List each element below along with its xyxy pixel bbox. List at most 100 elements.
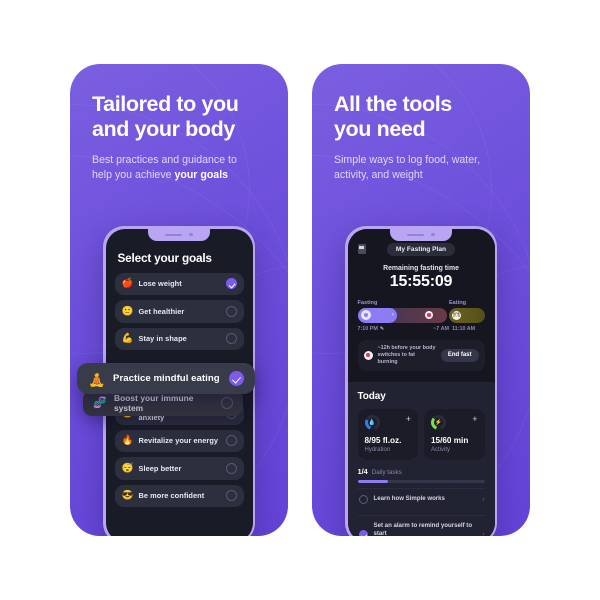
tracker-screen: My Fasting Plan Remaining fasting time 1…: [347, 228, 495, 536]
activity-value: 15/60 min: [431, 436, 469, 446]
goal-list-bottom: 😬 Reduce stress and anxiety 🔥 Revitalize…: [114, 402, 244, 507]
phone-screen: My Fasting Plan Remaining fasting time 1…: [347, 228, 495, 536]
hydration-card-top: 💧 +: [364, 415, 411, 431]
chevron-right-icon: ›: [482, 530, 485, 536]
my-fasting-plan-button[interactable]: My Fasting Plan: [386, 242, 456, 256]
list-item[interactable]: 😴 Sleep better: [114, 457, 244, 480]
fasting-timeline[interactable]: › 🍽: [357, 307, 485, 323]
daily-tasks-header: 1/4 Daily tasks: [358, 467, 485, 476]
speaker-icon: [407, 233, 425, 236]
progress-segment: [453, 479, 485, 483]
muscle-icon: 💪: [121, 333, 134, 344]
checkbox[interactable]: [225, 490, 237, 502]
daily-tasks-progress: [357, 479, 485, 483]
checkbox[interactable]: [225, 333, 237, 345]
speaker-icon: [165, 233, 183, 236]
timeline-knob-icon[interactable]: [360, 310, 371, 320]
list-item[interactable]: 💪 Stay in shape: [114, 327, 244, 350]
hydration-label: Hydration: [364, 446, 391, 453]
progress-segment: [421, 479, 453, 483]
time-end: 11:10 AM: [451, 325, 476, 332]
chevron-right-icon: ›: [391, 312, 394, 318]
lightning-icon: ⚡: [434, 420, 443, 427]
stat-grid: 💧 + 8/95 fl.oz. Hydration ⚡ + 15/60 min …: [357, 409, 485, 460]
list-item[interactable]: 😎 Be more confident: [114, 484, 244, 507]
list-item-label: Get healthier: [138, 306, 185, 316]
checkbox[interactable]: [225, 435, 237, 447]
list-item-highlighted[interactable]: 🧘 Practice mindful eating: [77, 363, 255, 394]
progress-segment: [389, 479, 421, 483]
checkbox[interactable]: [225, 462, 237, 474]
fire-icon: 🔥: [121, 435, 134, 446]
promo-subtitle-emphasis: your goals: [174, 168, 229, 181]
screenshot-canvas: Tailored to you and your body Best pract…: [0, 0, 600, 600]
timeline-eating-segment[interactable]: 🍽: [448, 307, 485, 323]
task-checkbox[interactable]: [358, 494, 368, 504]
fat-burning-note: ~12h before your body switches to fat bu…: [357, 339, 485, 372]
end-fast-button[interactable]: End fast: [440, 348, 479, 362]
promo-header: Tailored to you and your body Best pract…: [70, 64, 288, 183]
apple-icon: 🍎: [121, 278, 134, 289]
list-item[interactable]: 🔥 Revitalize your energy: [114, 429, 244, 452]
hydration-value: 8/95 fl.oz.: [364, 436, 402, 446]
list-item[interactable]: Set an alarm to remind yourself to start…: [357, 514, 485, 536]
time-mid: ~7 AM: [433, 325, 449, 332]
list-item-label: Revitalize your energy: [138, 436, 219, 446]
sunglasses-icon: 😎: [121, 490, 134, 501]
timeline-fasting-segment[interactable]: ›: [357, 307, 447, 323]
phone-mockup-goals: Select your goals 🍎 Lose weight 🙂 Get he…: [77, 226, 255, 536]
phone-frame: My Fasting Plan Remaining fasting time 1…: [345, 226, 497, 536]
add-activity-button[interactable]: +: [472, 415, 477, 424]
timeline-progress-fill: ›: [357, 307, 397, 323]
journal-icon[interactable]: [357, 244, 366, 254]
list-item-label: Be more confident: [138, 491, 205, 501]
daily-tasks-caption: Daily tasks: [371, 468, 402, 476]
promo-card-tools: All the tools you need Simple ways to lo…: [312, 64, 530, 536]
today-heading: Today: [357, 391, 386, 403]
time-start-label: 7:10 PM: [357, 325, 378, 332]
camera-icon: [189, 232, 193, 237]
activity-card-top: ⚡ +: [431, 415, 478, 431]
fat-burning-marker-icon: [425, 311, 434, 319]
time-start[interactable]: 7:10 PM ✎: [358, 326, 416, 332]
fat-burning-icon: [363, 350, 373, 360]
list-item[interactable]: 🍎 Lose weight: [114, 272, 244, 295]
page-title: Tailored to you and your body: [92, 92, 239, 142]
progress-segment: [357, 479, 389, 483]
meditation-icon: 🧘: [88, 370, 106, 387]
activity-gauge-icon: ⚡: [431, 415, 446, 431]
camera-icon: [431, 232, 435, 237]
smile-icon: 🙂: [121, 305, 134, 317]
checkbox[interactable]: [220, 396, 233, 410]
checkbox-selected[interactable]: [229, 371, 244, 386]
phone-notch: [390, 228, 452, 241]
goals-heading: Select your goals: [117, 250, 212, 265]
today-panel: Today 💧 + 8/95 fl.oz. Hydration ⚡ + 15/6…: [347, 382, 495, 536]
sleep-icon: 😴: [121, 462, 134, 474]
list-item-label: Stay in shape: [138, 334, 187, 344]
checkbox-selected[interactable]: [225, 278, 237, 290]
task-checkbox-done[interactable]: [358, 529, 368, 536]
goal-list-top: 🍎 Lose weight 🙂 Get healthier 💪 Stay in …: [114, 272, 244, 350]
timeline-times: 7:10 PM ✎ ~7 AM 11:10 AM: [358, 326, 485, 332]
list-item-label: Lose weight: [138, 279, 182, 289]
hydration-card[interactable]: 💧 + 8/95 fl.oz. Hydration: [357, 409, 418, 460]
edit-pencil-icon[interactable]: ✎: [380, 326, 384, 332]
water-gauge-icon: 💧: [364, 415, 380, 431]
list-item[interactable]: 🙂 Get healthier: [114, 300, 244, 323]
list-item[interactable]: Learn how Simple works ›: [357, 487, 485, 510]
phase-labels: Fasting Eating: [358, 300, 485, 306]
checkbox[interactable]: [225, 305, 237, 317]
phone-notch: [148, 228, 210, 241]
promo-subtitle: Best practices and guidance to help you …: [92, 153, 266, 183]
phone-mockup-tracker: My Fasting Plan Remaining fasting time 1…: [345, 226, 497, 536]
task-label: Set an alarm to remind yourself to start…: [373, 521, 473, 536]
activity-label: Activity: [431, 446, 451, 453]
chevron-right-icon: ›: [482, 495, 485, 503]
promo-subtitle: Simple ways to log food, water, activity…: [334, 153, 481, 181]
activity-card[interactable]: ⚡ + 15/60 min Activity: [424, 409, 485, 460]
remaining-time-value: 15:55:09: [389, 272, 453, 290]
water-drop-icon: 💧: [368, 420, 376, 427]
add-hydration-button[interactable]: +: [406, 415, 411, 424]
list-item-label: Practice mindful eating: [113, 373, 220, 384]
